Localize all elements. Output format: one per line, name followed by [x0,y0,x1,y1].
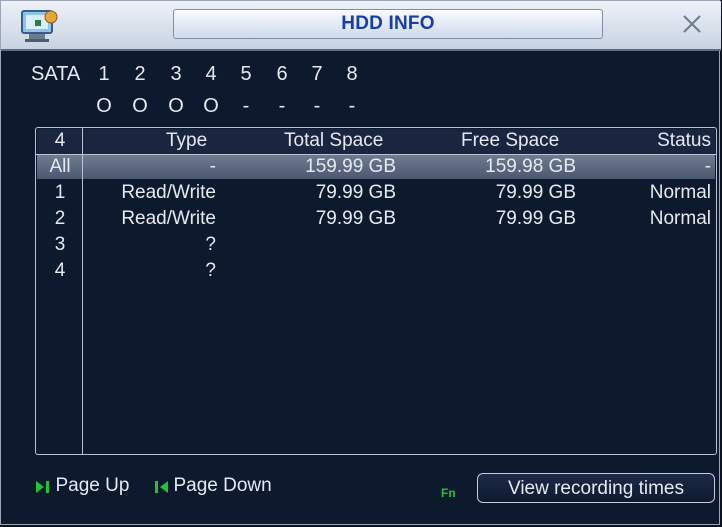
table-row-total[interactable]: 79.99 GB [266,208,396,230]
header-index[interactable]: 4 [46,130,74,152]
table-row-status[interactable]: Normal [636,182,711,204]
window-title: HDD INFO [341,13,435,34]
sata-state-3: O [168,95,184,117]
sata-state-4: O [203,95,219,117]
page-down-icon [155,480,168,493]
table-row-index[interactable]: 4 [38,260,82,282]
table-row-type[interactable]: Read/Write [96,182,216,204]
page-up-icon [36,480,49,493]
header-type[interactable]: Type [166,130,207,152]
footer-bar: Page Up Page Down Fn View recording time… [35,471,717,505]
header-free-space[interactable]: Free Space [461,130,559,152]
sata-port-4: 4 [205,63,217,85]
title-bar: HDD INFO [1,1,721,51]
sata-port-5: 5 [240,63,252,85]
fn-key-icon: Fn [441,486,456,500]
table-row-index[interactable]: 2 [38,208,82,230]
sata-port-7: 7 [311,63,323,85]
sata-port-3: 3 [170,63,182,85]
header-status[interactable]: Status [641,130,711,152]
table-row-total[interactable]: 159.99 GB [266,156,396,178]
table-row-type[interactable]: - [96,156,216,178]
page-up-label: Page Up [55,475,130,496]
hdd-monitor-icon [21,10,58,42]
table-row-index[interactable]: 1 [38,182,82,204]
sata-port-6: 6 [276,63,288,85]
view-recording-times-button[interactable]: View recording times [477,473,715,503]
sata-state-2: O [132,95,148,117]
sata-state-1: O [96,95,112,117]
header-divider [36,154,716,155]
table-row-index[interactable]: 3 [38,234,82,256]
hdd-table: 4 Type Total Space Free Space Status All… [35,127,717,455]
table-row-total[interactable]: 79.99 GB [266,182,396,204]
table-row-index[interactable]: All [38,156,82,178]
sata-state-5: - [242,95,250,117]
view-recording-times-label: View recording times [507,478,684,499]
sata-port-1: 1 [98,63,110,85]
table-row-free[interactable]: 159.98 GB [446,156,576,178]
sata-port-8: 8 [346,63,358,85]
hdd-info-window: HDD INFO SATA 1 2 3 4 5 6 7 8 O O O O - … [0,0,721,525]
table-row-status[interactable]: Normal [636,208,711,230]
table-row-type[interactable]: ? [96,260,216,282]
sata-port-2: 2 [134,63,146,85]
table-row-free[interactable]: 79.99 GB [446,208,576,230]
sata-state-7: - [313,95,321,117]
index-column-divider [82,128,83,454]
table-row-type[interactable]: ? [96,234,216,256]
title-field: HDD INFO [173,9,603,39]
header-total-space[interactable]: Total Space [284,130,383,152]
page-down-label: Page Down [173,475,272,496]
sata-label: SATA [31,63,81,85]
page-down-control[interactable]: Page Down [153,475,272,497]
page-up-control[interactable]: Page Up [35,475,129,497]
table-row-type[interactable]: Read/Write [96,208,216,230]
table-row-free[interactable]: 79.99 GB [446,182,576,204]
close-icon[interactable] [679,11,705,37]
sata-state-6: - [278,95,286,117]
sata-state-8: - [348,95,356,117]
table-row-status[interactable]: - [636,156,711,178]
